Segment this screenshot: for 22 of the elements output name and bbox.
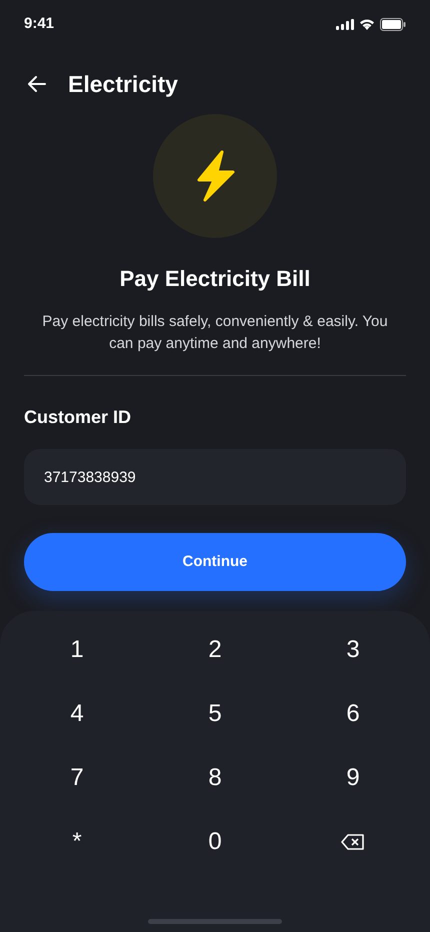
keypad-key[interactable]: * bbox=[8, 817, 146, 867]
keypad-key[interactable]: 5 bbox=[146, 689, 284, 739]
hero-description: Pay electricity bills safely, conveniently & easily. You can pay anytime and anywhere! bbox=[41, 312, 389, 354]
keypad-key[interactable]: 2 bbox=[146, 625, 284, 675]
battery-icon bbox=[380, 18, 406, 30]
customer-id-field[interactable]: 37173838939 bbox=[24, 449, 406, 505]
keypad-key[interactable]: 7 bbox=[8, 753, 146, 803]
field-label: Customer ID bbox=[23, 406, 132, 429]
keypad-key[interactable]: 0 bbox=[146, 817, 284, 867]
hero-title: Pay Electricity Bill bbox=[120, 265, 310, 293]
keypad-key[interactable]: 6 bbox=[284, 689, 422, 739]
keypad-key[interactable]: 4 bbox=[8, 689, 146, 739]
backspace-icon[interactable] bbox=[341, 833, 365, 851]
wifi-icon bbox=[359, 18, 375, 30]
keypad-key[interactable]: 9 bbox=[284, 753, 422, 803]
signal-icon bbox=[336, 18, 354, 30]
keypad-key[interactable]: 3 bbox=[284, 625, 422, 675]
status-time: 9:41 bbox=[24, 14, 54, 34]
keypad-key[interactable]: 1 bbox=[8, 625, 146, 675]
continue-button[interactable]: Continue bbox=[24, 533, 406, 591]
keypad-key[interactable]: 8 bbox=[146, 753, 284, 803]
page-title: Electricity bbox=[68, 70, 178, 99]
